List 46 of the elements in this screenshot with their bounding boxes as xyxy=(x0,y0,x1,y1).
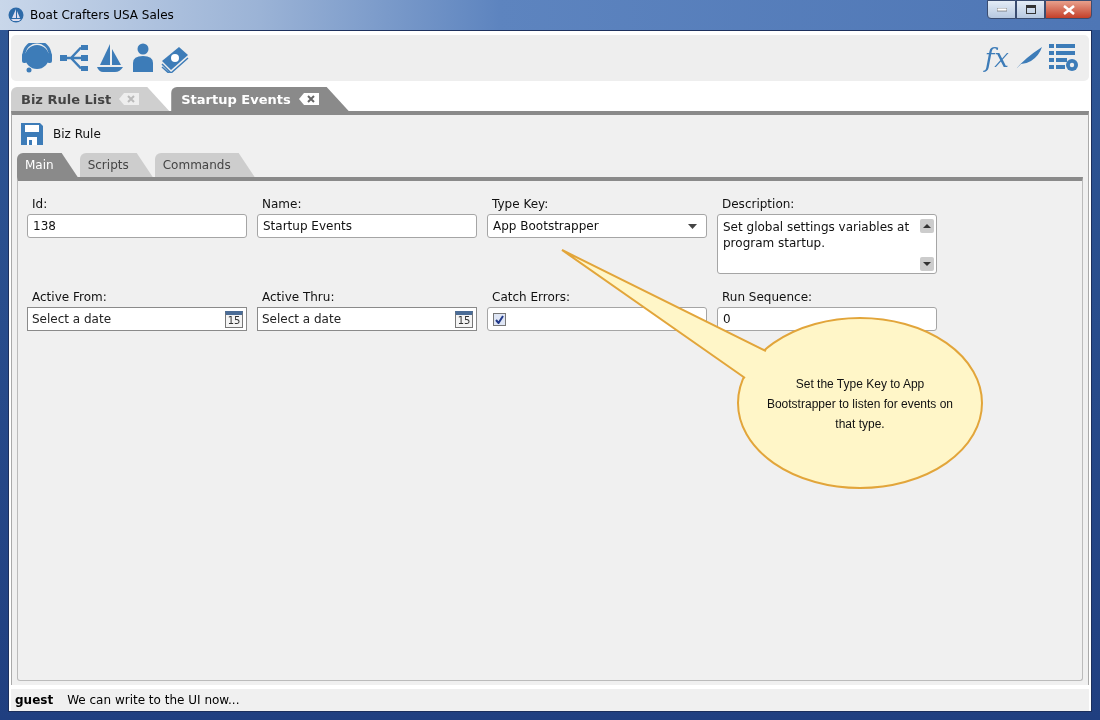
field-label: Description: xyxy=(721,197,796,211)
save-icon[interactable] xyxy=(21,123,43,145)
hierarchy-icon[interactable] xyxy=(59,43,89,73)
sailboat-icon[interactable] xyxy=(95,43,125,73)
text-field[interactable]: 138 xyxy=(27,214,247,238)
section-tab[interactable]: Commands xyxy=(154,153,255,177)
minimize-icon xyxy=(996,7,1007,12)
field-label: Name: xyxy=(261,197,303,211)
field-label: Run Sequence: xyxy=(721,290,814,304)
field-label: Type Key: xyxy=(491,197,550,211)
function-button[interactable]: fx xyxy=(984,43,1009,73)
headset-icon[interactable] xyxy=(21,43,53,73)
field-label: Catch Errors: xyxy=(491,290,571,304)
text-area-value: Set global settings variables at program startup. xyxy=(723,219,911,252)
document-tab[interactable]: Biz Rule List xyxy=(11,87,170,111)
document-title: Biz Rule xyxy=(53,127,101,141)
status-message: We can write to the UI now... xyxy=(67,693,240,707)
maximize-icon xyxy=(1025,5,1036,14)
maximize-button[interactable] xyxy=(1016,0,1045,19)
close-button[interactable] xyxy=(1045,0,1092,19)
scroll-up-icon[interactable] xyxy=(920,219,934,233)
text-field[interactable]: Startup Events xyxy=(257,214,477,238)
user-name: guest xyxy=(15,693,54,707)
text-area[interactable]: Set global settings variables at program startup. xyxy=(717,214,937,274)
person-icon[interactable] xyxy=(131,43,155,73)
list-settings-icon[interactable] xyxy=(1049,44,1079,72)
calendar-button[interactable]: 15 xyxy=(455,310,473,328)
minimize-button[interactable] xyxy=(987,0,1016,19)
close-icon xyxy=(1062,4,1075,15)
field-label: Active Thru: xyxy=(261,290,336,304)
dropdown[interactable]: App Bootstrapper xyxy=(487,214,707,238)
caret-icon xyxy=(688,223,697,229)
feather-icon[interactable] xyxy=(1015,46,1043,70)
calendar-button[interactable]: 15 xyxy=(225,310,243,328)
callout-text: Set the Type Key to App Bootstrapper to listen for events on that type. xyxy=(765,376,955,433)
section-tab[interactable]: Scripts xyxy=(79,153,153,177)
window-title: Boat Crafters USA Sales xyxy=(30,8,174,22)
date-picker[interactable]: Select a date 15 xyxy=(257,307,477,331)
scroll-down-icon[interactable] xyxy=(920,257,934,271)
field-label: Active From: xyxy=(31,290,108,304)
scroll-bar[interactable] xyxy=(920,219,934,271)
date-picker[interactable]: Select a date 15 xyxy=(27,307,247,331)
close-icon[interactable] xyxy=(298,93,319,105)
sailboat-icon xyxy=(8,7,24,23)
checkbox[interactable] xyxy=(493,312,506,326)
field-label: Id: xyxy=(31,197,49,211)
